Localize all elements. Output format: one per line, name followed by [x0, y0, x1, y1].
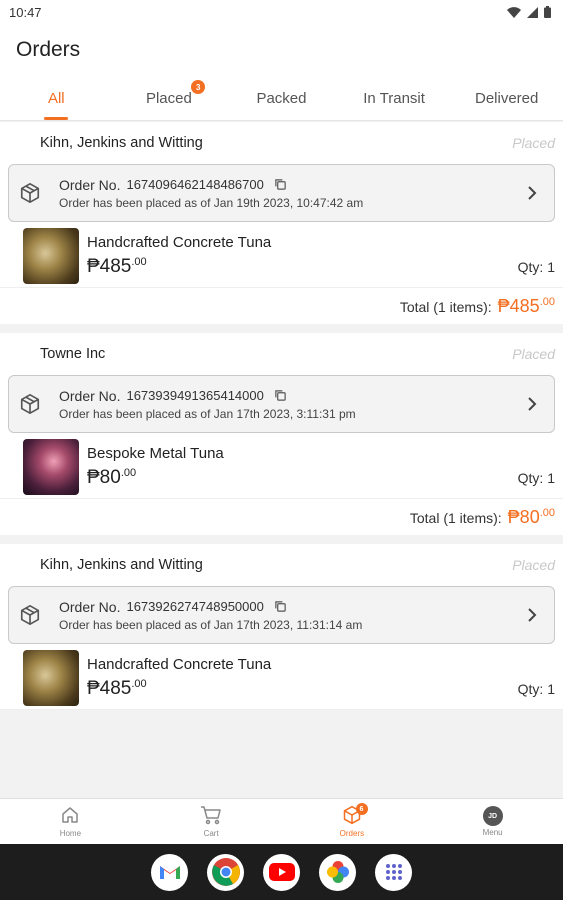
gmail-icon[interactable] — [151, 853, 188, 891]
order-no-label: Order No. — [59, 387, 121, 404]
store-row: Towne Inc Placed — [0, 333, 563, 375]
avatar: JD — [482, 806, 503, 826]
nav-label: Menu — [482, 828, 503, 837]
store-row: Kihn, Jenkins and Witting Placed — [0, 122, 563, 164]
order-no-label: Order No. — [59, 598, 121, 615]
bottom-nav: Home Cart 6 Orders JD Menu — [0, 798, 563, 844]
tab-in-transit[interactable]: In Transit — [338, 76, 451, 120]
product-name: Bespoke Metal Tuna — [87, 445, 224, 462]
home-icon — [60, 805, 80, 827]
order-number: 1673926274748950000 — [126, 599, 264, 614]
tab-label: Placed — [145, 89, 192, 107]
order-placed-text: Order has been placed as of Jan 17th 202… — [59, 406, 356, 421]
order-status: Placed — [512, 135, 555, 151]
package-icon — [19, 181, 43, 205]
total-price: ₱80.00 — [507, 507, 555, 527]
tab-delivered[interactable]: Delivered — [450, 76, 563, 120]
chevron-right-icon — [522, 396, 542, 412]
status-time: 10:47 — [9, 4, 42, 20]
copy-icon[interactable] — [274, 600, 287, 613]
product-name: Handcrafted Concrete Tuna — [87, 234, 272, 251]
order-info: Order No. 1673939491365414000 Order has … — [59, 388, 522, 421]
tab-packed[interactable]: Packed — [225, 76, 338, 120]
order-no-label: Order No. — [59, 176, 121, 193]
tab-label: Delivered — [474, 89, 539, 107]
tab-placed[interactable]: Placed 3 — [113, 76, 226, 120]
order-status: Placed — [512, 346, 555, 362]
nav-label: Cart — [203, 829, 219, 838]
store-name: Kihn, Jenkins and Witting — [40, 135, 203, 151]
order-placed-text: Order has been placed as of Jan 17th 202… — [59, 617, 363, 632]
app-drawer-icon[interactable] — [375, 853, 412, 891]
chrome-icon[interactable] — [207, 853, 244, 891]
signal-icon — [527, 6, 538, 18]
app-dock — [0, 844, 563, 900]
order-number: 1674096462148486700 — [126, 177, 264, 192]
product-price: ₱80.00 — [87, 467, 137, 488]
store-row: Kihn, Jenkins and Witting Placed — [0, 544, 563, 586]
status-icons — [507, 6, 551, 18]
order-status: Placed — [512, 557, 555, 573]
store-name: Towne Inc — [40, 346, 106, 362]
package-icon — [19, 392, 43, 416]
chevron-right-icon — [522, 185, 542, 201]
order-details-button[interactable]: Order No. 1673926274748950000 Order has … — [8, 586, 555, 644]
app-header: Orders — [0, 24, 563, 76]
order-info: Order No. 1673926274748950000 Order has … — [59, 599, 522, 632]
order-card: Kihn, Jenkins and Witting Placed Order N… — [0, 544, 563, 710]
product-image — [23, 650, 79, 706]
page-title: Orders — [16, 38, 81, 61]
order-card: Towne Inc Placed Order No. 1673939491365… — [0, 333, 563, 535]
youtube-icon[interactable] — [263, 853, 300, 891]
wifi-icon — [507, 6, 521, 18]
total-label: Total (1 items): — [399, 299, 492, 315]
tab-label: Packed — [256, 89, 307, 107]
order-total: Total (1 items): ₱80.00 — [0, 499, 563, 535]
nav-label: Orders — [339, 829, 365, 838]
nav-cart[interactable]: Cart — [141, 799, 282, 844]
nav-label: Home — [59, 829, 82, 838]
order-item[interactable]: Handcrafted Concrete Tuna ₱485.00 Qty: 1 — [0, 644, 563, 710]
product-image — [23, 439, 79, 495]
photos-icon[interactable] — [319, 853, 356, 891]
product-price: ₱485.00 — [87, 256, 147, 277]
product-price: ₱485.00 — [87, 678, 147, 699]
order-tabs: All Placed 3 Packed In Transit Delivered — [0, 76, 563, 121]
order-total: Total (1 items): ₱485.00 — [0, 288, 563, 324]
order-card: Kihn, Jenkins and Witting Placed Order N… — [0, 122, 563, 324]
nav-orders[interactable]: 6 Orders — [282, 799, 423, 844]
order-placed-text: Order has been placed as of Jan 19th 202… — [59, 195, 364, 210]
nav-menu[interactable]: JD Menu — [422, 799, 563, 844]
product-qty: Qty: 1 — [517, 470, 555, 486]
store-name: Kihn, Jenkins and Witting — [40, 557, 203, 573]
tab-badge: 3 — [191, 80, 206, 94]
product-qty: Qty: 1 — [517, 259, 555, 275]
product-qty: Qty: 1 — [517, 681, 555, 697]
product-image — [23, 228, 79, 284]
cart-icon — [200, 805, 222, 827]
order-number: 1673939491365414000 — [126, 388, 264, 403]
status-bar: 10:47 — [0, 0, 563, 24]
order-details-button[interactable]: Order No. 1674096462148486700 Order has … — [8, 164, 555, 222]
product-name: Handcrafted Concrete Tuna — [87, 656, 272, 673]
copy-icon[interactable] — [274, 389, 287, 402]
nav-home[interactable]: Home — [0, 799, 141, 844]
order-item[interactable]: Handcrafted Concrete Tuna ₱485.00 Qty: 1 — [0, 222, 563, 288]
tab-all[interactable]: All — [0, 76, 113, 120]
order-details-button[interactable]: Order No. 1673939491365414000 Order has … — [8, 375, 555, 433]
copy-icon[interactable] — [274, 178, 287, 191]
orders-list[interactable]: Kihn, Jenkins and Witting Placed Order N… — [0, 122, 563, 728]
tab-label: All — [47, 89, 65, 107]
total-label: Total (1 items): — [409, 510, 502, 526]
tab-label: In Transit — [363, 89, 425, 107]
order-item[interactable]: Bespoke Metal Tuna ₱80.00 Qty: 1 — [0, 433, 563, 499]
package-icon — [19, 603, 43, 627]
battery-icon — [544, 6, 551, 18]
total-price: ₱485.00 — [497, 296, 555, 316]
order-info: Order No. 1674096462148486700 Order has … — [59, 177, 522, 210]
chevron-right-icon — [522, 607, 542, 623]
nav-badge: 6 — [355, 803, 368, 815]
